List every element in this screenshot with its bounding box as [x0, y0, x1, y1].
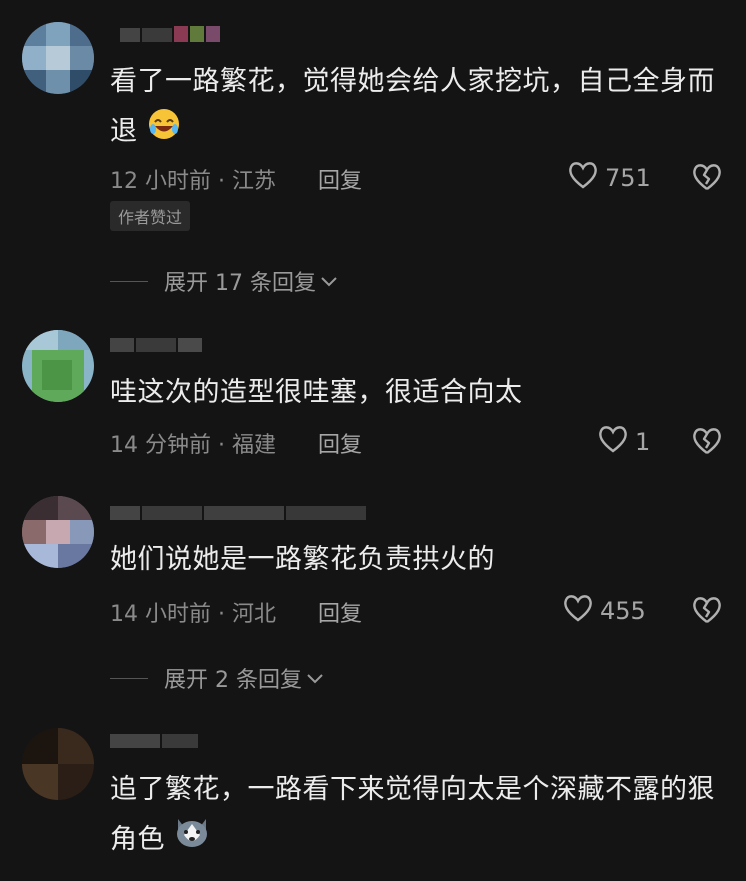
- reply-button[interactable]: 回复: [318, 163, 362, 195]
- expand-replies-button[interactable]: 展开 2 条回复: [110, 662, 324, 694]
- like-button[interactable]: 455: [562, 593, 646, 629]
- comment-text: 哇这次的造型很哇塞，很适合向太: [110, 377, 523, 408]
- author-liked-badge: 作者赞过: [110, 201, 191, 231]
- reply-button[interactable]: 回复: [318, 596, 362, 628]
- like-button[interactable]: 751: [567, 160, 651, 196]
- expand-label: 展开 17 条回复: [164, 271, 316, 296]
- comment-text: 追了繁花，一路看下来觉得向太是个深藏不露的狠角色: [110, 765, 730, 866]
- avatar[interactable]: [22, 496, 94, 568]
- dislike-button[interactable]: [690, 595, 724, 629]
- comment-text: 看了一路繁花，觉得她会给人家挖坑，自己全身而退: [110, 57, 730, 158]
- avatar[interactable]: [22, 330, 94, 402]
- username[interactable]: [110, 336, 230, 356]
- dislike-button[interactable]: [690, 162, 724, 196]
- divider: [110, 280, 148, 282]
- comment-item: 追了繁花，一路看下来觉得向太是个深藏不露的狠角色: [0, 720, 746, 881]
- expand-label: 展开 2 条回复: [164, 668, 302, 693]
- broken-heart-icon: [690, 597, 724, 629]
- username[interactable]: [110, 732, 230, 752]
- like-count: 1: [635, 428, 651, 456]
- chevron-down-icon: [306, 666, 324, 691]
- expand-replies-button[interactable]: 展开 17 条回复: [110, 265, 338, 297]
- comment-meta: 14 小时前 · 河北: [110, 602, 276, 627]
- avatar[interactable]: [22, 22, 94, 94]
- chevron-down-icon: [320, 269, 338, 294]
- husky-dog-emoji: [174, 815, 210, 866]
- comment-text: 她们说她是一路繁花负责拱火的: [110, 544, 495, 575]
- comment-meta: 12 小时前 · 江苏: [110, 169, 276, 194]
- comment-meta: 14 分钟前 · 福建: [110, 433, 276, 458]
- heart-icon: [597, 424, 629, 460]
- username[interactable]: [110, 24, 230, 44]
- like-button[interactable]: 1: [597, 424, 650, 460]
- dislike-button[interactable]: [690, 426, 724, 460]
- heart-icon: [562, 593, 594, 629]
- avatar[interactable]: [22, 728, 94, 800]
- comment-item: 她们说她是一路繁花负责拱火的 14 小时前 · 河北 回复 455 展开 2 条…: [0, 490, 746, 710]
- like-count: 455: [600, 597, 646, 625]
- comment-item: 看了一路繁花，觉得她会给人家挖坑，自己全身而退 12 小时前 · 江苏 回复 7…: [0, 0, 746, 300]
- divider: [110, 677, 148, 679]
- reply-button[interactable]: 回复: [318, 427, 362, 459]
- like-count: 751: [605, 164, 651, 192]
- broken-heart-icon: [690, 164, 724, 196]
- rolling-laughing-emoji: [147, 107, 181, 158]
- broken-heart-icon: [690, 428, 724, 460]
- comment-item: 哇这次的造型很哇塞，很适合向太 14 分钟前 · 福建 回复 1: [0, 320, 746, 480]
- username[interactable]: [110, 504, 370, 524]
- heart-icon: [567, 160, 599, 196]
